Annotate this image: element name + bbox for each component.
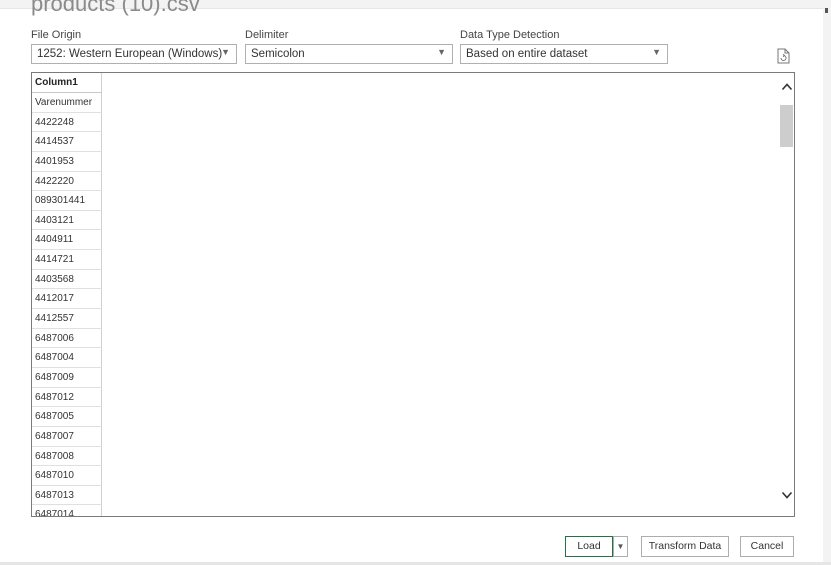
table-cell: 6487005 <box>32 407 102 427</box>
cancel-button[interactable]: Cancel <box>740 536 794 557</box>
table-cell: 4401953 <box>32 151 102 172</box>
table-cell: 6487012 <box>32 387 102 408</box>
refresh-document-icon[interactable] <box>777 48 790 64</box>
transform-data-button[interactable]: Transform Data <box>641 536 729 557</box>
table-cell: 4414721 <box>32 250 102 270</box>
delimiter-select[interactable]: Semicolon ▼ <box>245 44 453 64</box>
table-cell: 6487010 <box>32 466 102 486</box>
table-cell: 4412557 <box>32 309 102 329</box>
data-type-detection-label: Data Type Detection <box>460 29 560 41</box>
table-cell: 6487007 <box>32 426 102 447</box>
data-type-detection-value: Based on entire dataset <box>466 48 588 60</box>
table-cell: 4403121 <box>32 210 102 231</box>
delimiter-value: Semicolon <box>251 48 305 60</box>
scroll-up-arrow-icon[interactable] <box>781 81 793 93</box>
table-cell: 6487009 <box>32 367 102 388</box>
column-header: Column1 <box>32 73 102 93</box>
chevron-down-icon: ▼ <box>221 47 230 57</box>
table-cell: 6487013 <box>32 485 102 506</box>
table-cell: 4422220 <box>32 171 102 192</box>
table-cell: 6487014 <box>32 505 102 516</box>
scrollbar-thumb[interactable] <box>780 105 793 147</box>
chevron-down-icon: ▼ <box>437 47 446 57</box>
dialog-right-edge <box>823 0 831 565</box>
chevron-down-icon: ▼ <box>616 542 625 551</box>
table-cell: 4422248 <box>32 112 102 133</box>
load-options-dropdown[interactable]: ▼ <box>613 536 628 557</box>
table-cell: 4412017 <box>32 289 102 310</box>
table-cell: 4403568 <box>32 269 102 290</box>
table-cell: 6487006 <box>32 328 102 349</box>
table-cell: Varenummer <box>32 93 102 113</box>
table-cell: 4404911 <box>32 230 102 251</box>
table-cell: 4414537 <box>32 132 102 152</box>
resize-corner-icon <box>825 8 828 13</box>
chevron-down-icon: ▼ <box>652 47 661 57</box>
data-type-detection-select[interactable]: Based on entire dataset ▼ <box>460 44 668 64</box>
file-origin-label: File Origin <box>31 29 82 41</box>
file-origin-select[interactable]: 1252: Western European (Windows) ▼ <box>31 44 237 64</box>
table-cell: 6487004 <box>32 348 102 368</box>
dialog-title: products (10).csv <box>31 0 200 16</box>
vertical-scrollbar[interactable] <box>778 73 794 516</box>
file-origin-value: 1252: Western European (Windows) <box>37 48 223 60</box>
table-cell: 6487008 <box>32 446 102 467</box>
table-cell: 089301441 <box>32 191 102 211</box>
scroll-down-arrow-icon[interactable] <box>781 489 793 501</box>
delimiter-label: Delimiter <box>245 29 289 41</box>
preview-column: Column1 Varenummer 4422248 4414537 4401953 4… <box>32 73 102 516</box>
data-preview-table[interactable]: Column1 Varenummer 4422248 4414537 4401953 4… <box>31 72 795 517</box>
load-button[interactable]: Load <box>565 536 613 557</box>
